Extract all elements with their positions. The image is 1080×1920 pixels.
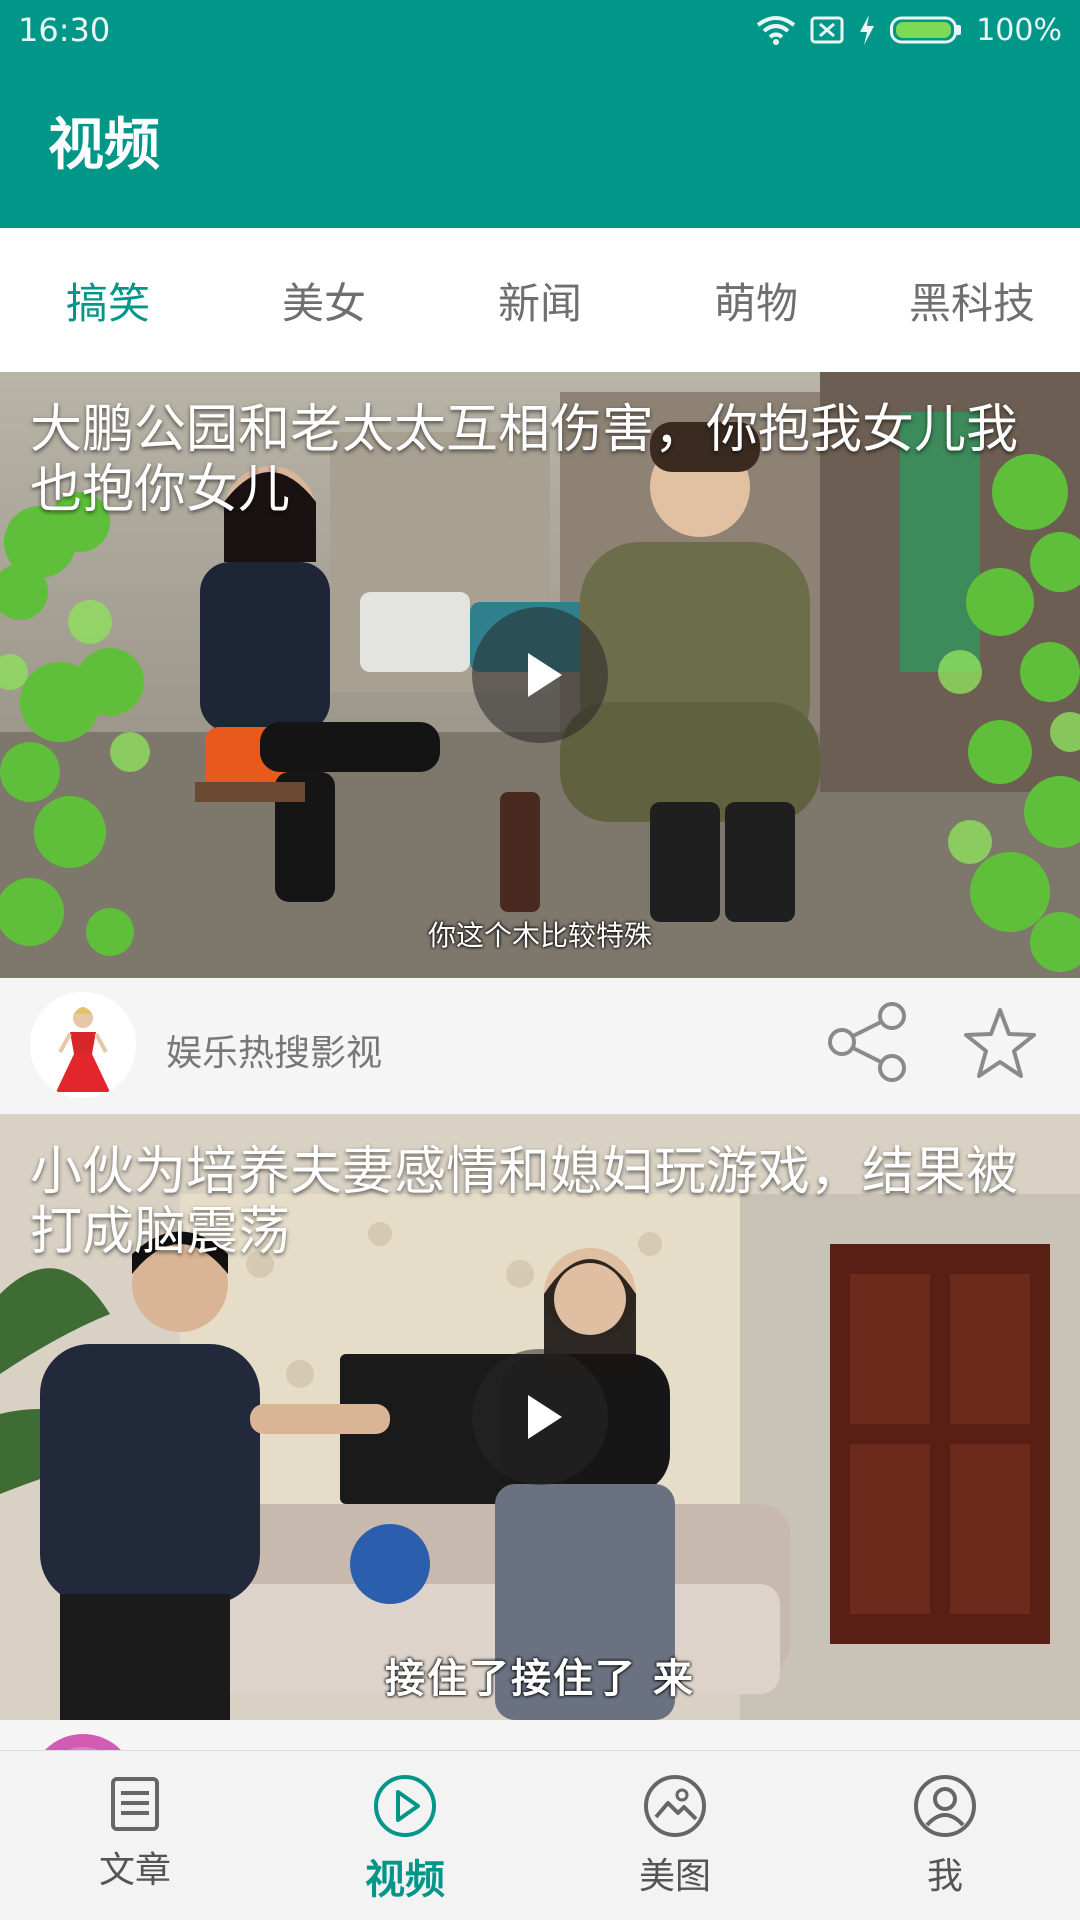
video-subtitle: 接住了接住了 来: [385, 1656, 695, 1702]
favorite-button[interactable]: [960, 1000, 1040, 1084]
tab-beauty[interactable]: 美女: [216, 228, 432, 372]
status-time: 16:30: [18, 11, 111, 49]
tab-tech[interactable]: 黑科技: [864, 228, 1080, 372]
video-thumbnail[interactable]: 小伙为培养夫妻感情和媳妇玩游戏，结果被打成脑震荡 接住了接住了 来: [0, 1114, 1080, 1720]
author-avatar[interactable]: [30, 992, 136, 1098]
video-thumbnail[interactable]: 大鹏公园和老太太互相伤害，你抱我女儿我也抱你女儿 你这个木比较特殊: [0, 372, 1080, 978]
sim-off-icon: [810, 15, 844, 45]
status-icons: 100%: [756, 13, 1062, 48]
category-tabs: 搞笑 美女 新闻 萌物 黑科技: [0, 228, 1080, 372]
video-title: 小伙为培养夫妻感情和媳妇玩游戏，结果被打成脑震荡: [30, 1142, 1019, 1262]
video-subtitle: 你这个木比较特殊: [427, 919, 652, 952]
battery-icon: [890, 15, 962, 45]
page-title: 视频: [48, 113, 160, 178]
profile-icon: [914, 1775, 976, 1837]
nav-label-me: 我: [926, 1856, 963, 1897]
nav-item-articles[interactable]: 文章: [0, 1751, 270, 1920]
play-button[interactable]: [472, 1349, 608, 1485]
nav-item-pictures[interactable]: 美图: [540, 1751, 810, 1920]
play-icon: [528, 653, 562, 697]
play-icon: [528, 1395, 562, 1439]
charging-icon: [858, 14, 876, 46]
article-icon: [111, 1777, 159, 1831]
video-feed[interactable]: 大鹏公园和老太太互相伤害，你抱我女儿我也抱你女儿 你这个木比较特殊 娱乐热搜影视: [0, 372, 1080, 1750]
nav-label-pictures: 美图: [638, 1856, 711, 1897]
status-bar: 16:30 100%: [0, 0, 1080, 60]
video-meta-row: [0, 1720, 1080, 1750]
tab-cute[interactable]: 萌物: [648, 228, 864, 372]
nav-label-video: 视频: [365, 1857, 445, 1903]
tab-funny[interactable]: 搞笑: [0, 228, 216, 372]
nav-item-me[interactable]: 我: [810, 1751, 1080, 1920]
author-avatar[interactable]: [30, 1734, 136, 1750]
video-meta-row: 娱乐热搜影视: [0, 978, 1080, 1114]
wifi-icon: [756, 15, 796, 45]
share-icon: [828, 1002, 906, 1082]
video-title: 大鹏公园和老太太互相伤害，你抱我女儿我也抱你女儿: [30, 400, 1019, 520]
tab-news[interactable]: 新闻: [432, 228, 648, 372]
author-name[interactable]: 娱乐热搜影视: [166, 1024, 382, 1076]
play-button[interactable]: [472, 607, 608, 743]
nav-label-articles: 文章: [98, 1850, 171, 1891]
nav-item-video[interactable]: 视频: [270, 1751, 540, 1920]
star-icon: [964, 1008, 1036, 1078]
app-bar: 视频: [0, 60, 1080, 228]
image-icon: [644, 1775, 706, 1837]
share-button[interactable]: [826, 1000, 910, 1084]
bottom-navigation: 文章 视频 美图 我: [0, 1750, 1080, 1920]
video-play-icon: [374, 1775, 436, 1837]
battery-percent: 100%: [976, 12, 1062, 48]
